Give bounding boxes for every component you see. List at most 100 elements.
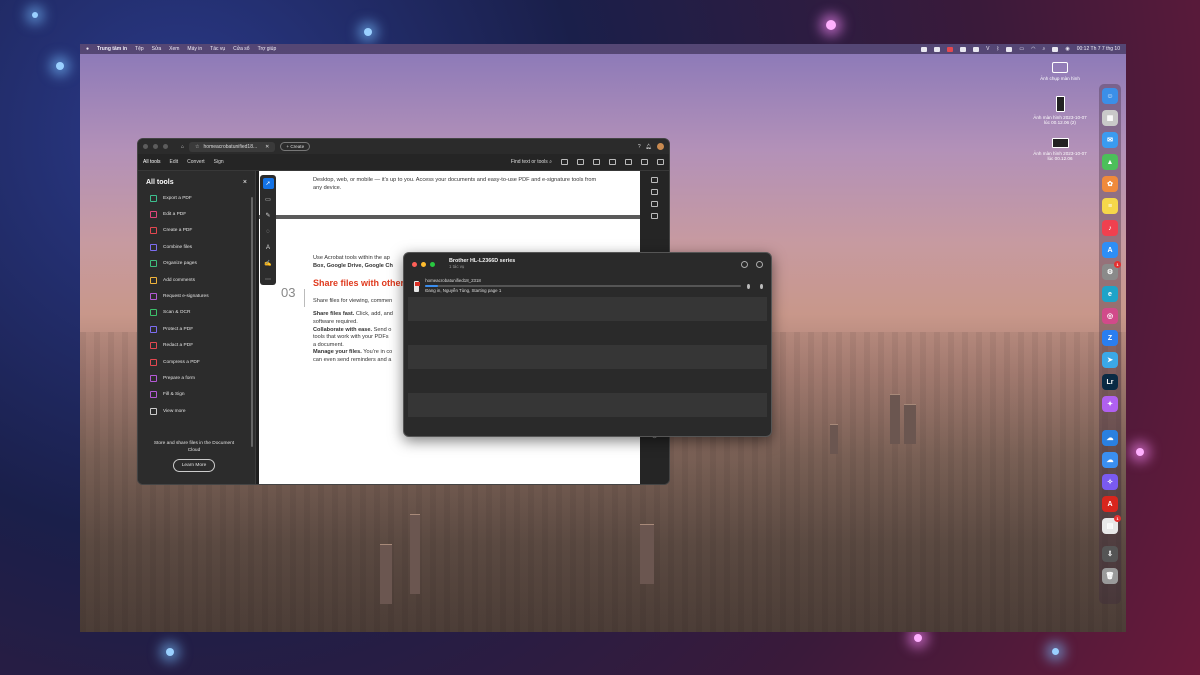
acrobat-icon[interactable]: A xyxy=(1102,496,1118,512)
lightroom-icon[interactable]: Lr xyxy=(1102,374,1118,390)
tool-item[interactable]: Redact a PDF xyxy=(138,338,255,354)
bluetooth-menu-icon[interactable]: ᛒ xyxy=(996,46,999,52)
tab-sign[interactable]: Sign xyxy=(214,159,224,165)
thumbnails-panel-icon[interactable] xyxy=(651,201,658,207)
menu-window[interactable]: Cửa sổ xyxy=(233,46,249,52)
close-tab-icon[interactable]: ✕ xyxy=(265,144,269,150)
finder-icon[interactable]: ☺ xyxy=(1102,88,1118,104)
home-icon[interactable]: ⌂ xyxy=(181,144,184,150)
zalo-icon[interactable]: Z xyxy=(1102,330,1118,346)
comments-panel-icon[interactable] xyxy=(651,177,658,183)
minimize-window-button[interactable] xyxy=(421,261,426,267)
settings-icon[interactable] xyxy=(741,260,748,268)
tab-convert[interactable]: Convert xyxy=(187,159,205,165)
telegram-icon[interactable]: ➤ xyxy=(1102,352,1118,368)
music-icon[interactable]: ♪ xyxy=(1102,220,1118,236)
search-document-icon[interactable] xyxy=(609,159,616,165)
app-store-icon[interactable]: A xyxy=(1102,242,1118,258)
close-panel-icon[interactable]: × xyxy=(243,179,247,186)
mail-icon[interactable]: ✉ xyxy=(1102,132,1118,148)
maps-icon[interactable]: ▲ xyxy=(1102,154,1118,170)
link-icon[interactable] xyxy=(641,159,648,165)
wifi-icon[interactable]: ◠ xyxy=(1031,46,1035,52)
avatar[interactable] xyxy=(657,143,664,150)
creative-cloud-icon[interactable]: ◎ xyxy=(1102,308,1118,324)
tab-all-tools[interactable]: All tools xyxy=(143,159,161,165)
tool-item[interactable]: View more xyxy=(138,403,255,419)
text-tool-icon[interactable]: A xyxy=(263,242,274,253)
tool-item[interactable]: Add comments xyxy=(138,272,255,288)
menu-edit[interactable]: Sửa xyxy=(152,46,161,52)
tool-item[interactable]: Prepare a form xyxy=(138,370,255,386)
vpn-menu-icon[interactable]: V xyxy=(986,46,989,52)
tool-item[interactable]: Create a PDF xyxy=(138,223,255,239)
downloads-stack-icon[interactable]: ⇩ xyxy=(1102,546,1118,562)
menu-jobs[interactable]: Tác vụ xyxy=(210,46,225,52)
menu-app-name[interactable]: Trung tâm in xyxy=(97,46,127,52)
tab-edit[interactable]: Edit xyxy=(170,159,179,165)
help-icon[interactable]: ? xyxy=(638,144,641,150)
creative-cloud-menu-icon[interactable] xyxy=(947,46,954,52)
search-icon[interactable]: ⌕ xyxy=(1043,46,1046,52)
more-tools-icon[interactable]: ⋯ xyxy=(263,274,274,285)
desktop-item[interactable]: Ảnh màn hình 2023-10-07 lúc 00.12.06 xyxy=(1030,138,1090,162)
pause-job-button[interactable] xyxy=(747,283,751,289)
battery-icon[interactable]: ▭ xyxy=(1019,46,1024,52)
select-tool-icon[interactable]: ➚ xyxy=(262,178,274,189)
trash-icon[interactable]: 🗑 xyxy=(1102,568,1118,584)
find-tools-button[interactable]: Find text or tools ⌕ xyxy=(511,159,552,165)
menu-file[interactable]: Tệp xyxy=(135,46,144,52)
siri-icon[interactable]: ◉ xyxy=(1065,46,1069,52)
keyboard-input-icon[interactable] xyxy=(1006,46,1013,52)
document-tab[interactable]: ☆ homeacrobatunified18... ✕ xyxy=(189,141,276,152)
tool-item[interactable]: Combine files xyxy=(138,239,255,255)
cloud-status-icon[interactable] xyxy=(921,46,928,52)
printer-icon[interactable]: ▤ 1 xyxy=(1102,515,1121,534)
cancel-job-button[interactable] xyxy=(760,283,763,289)
menu-clock[interactable]: 00:12 Th 7 7 thg 10 xyxy=(1077,46,1120,52)
dropbox-menu-icon[interactable] xyxy=(973,46,980,52)
draw-tool-icon[interactable]: ✎ xyxy=(263,210,274,221)
minimize-window-button[interactable] xyxy=(153,144,158,149)
camera-menu-icon[interactable] xyxy=(960,46,967,52)
lock-panel-icon[interactable] xyxy=(651,213,658,219)
menu-view[interactable]: Xem xyxy=(169,46,179,52)
tool-item[interactable]: Scan & OCR xyxy=(138,305,255,321)
comment-tool-icon[interactable]: ▭ xyxy=(263,194,274,205)
sign-icon[interactable] xyxy=(625,159,632,165)
photos-icon[interactable]: ✿ xyxy=(1102,176,1118,192)
tool-item[interactable]: Protect a PDF xyxy=(138,321,255,337)
menu-help[interactable]: Trợ giúp xyxy=(258,46,277,52)
desktop-item[interactable]: Ảnh chụp màn hình xyxy=(1030,62,1090,81)
pause-printer-icon[interactable] xyxy=(756,260,763,268)
panel-scrollbar[interactable] xyxy=(251,197,253,447)
close-window-button[interactable] xyxy=(412,261,417,267)
messenger-icon[interactable]: ✦ xyxy=(1102,396,1118,412)
tool-item[interactable]: Edit a PDF xyxy=(138,206,255,222)
notifications-icon[interactable]: 🔔︎ xyxy=(646,144,652,150)
star-icon[interactable]: ☆ xyxy=(195,144,199,150)
zoom-window-button[interactable] xyxy=(163,144,168,149)
tool-item[interactable]: Export a PDF xyxy=(138,190,255,206)
launchpad-icon[interactable]: ▦ xyxy=(1102,110,1118,126)
notes-icon[interactable]: ≡ xyxy=(1102,198,1118,214)
icloud-drive-icon[interactable]: ☁ xyxy=(1102,452,1118,468)
close-window-button[interactable] xyxy=(143,144,148,149)
tool-item[interactable]: Compress a PDF xyxy=(138,354,255,370)
learn-more-button[interactable]: Learn More xyxy=(172,459,216,472)
upload-icon[interactable] xyxy=(577,159,584,165)
bookmarks-panel-icon[interactable] xyxy=(651,189,658,195)
menu-printer[interactable]: Máy in xyxy=(187,46,202,52)
desktop-item[interactable]: Ảnh màn hình 2023-10-07 lúc 00.12.06 (2) xyxy=(1030,96,1090,126)
print-icon[interactable] xyxy=(593,159,600,165)
tool-item[interactable]: Fill & Sign xyxy=(138,387,255,403)
create-button[interactable]: + Create xyxy=(280,142,311,151)
edge-icon[interactable]: e xyxy=(1102,286,1118,302)
lasso-tool-icon[interactable]: ◌ xyxy=(263,226,274,237)
control-center-icon[interactable] xyxy=(1052,46,1059,52)
tool-item[interactable]: Organize pages xyxy=(138,256,255,272)
apple-menu-icon[interactable]: ● xyxy=(86,46,89,52)
messenger-fb-icon[interactable]: ✧ xyxy=(1102,474,1118,490)
cloud-sync-icon[interactable] xyxy=(934,46,941,52)
mail-icon[interactable] xyxy=(657,159,664,165)
